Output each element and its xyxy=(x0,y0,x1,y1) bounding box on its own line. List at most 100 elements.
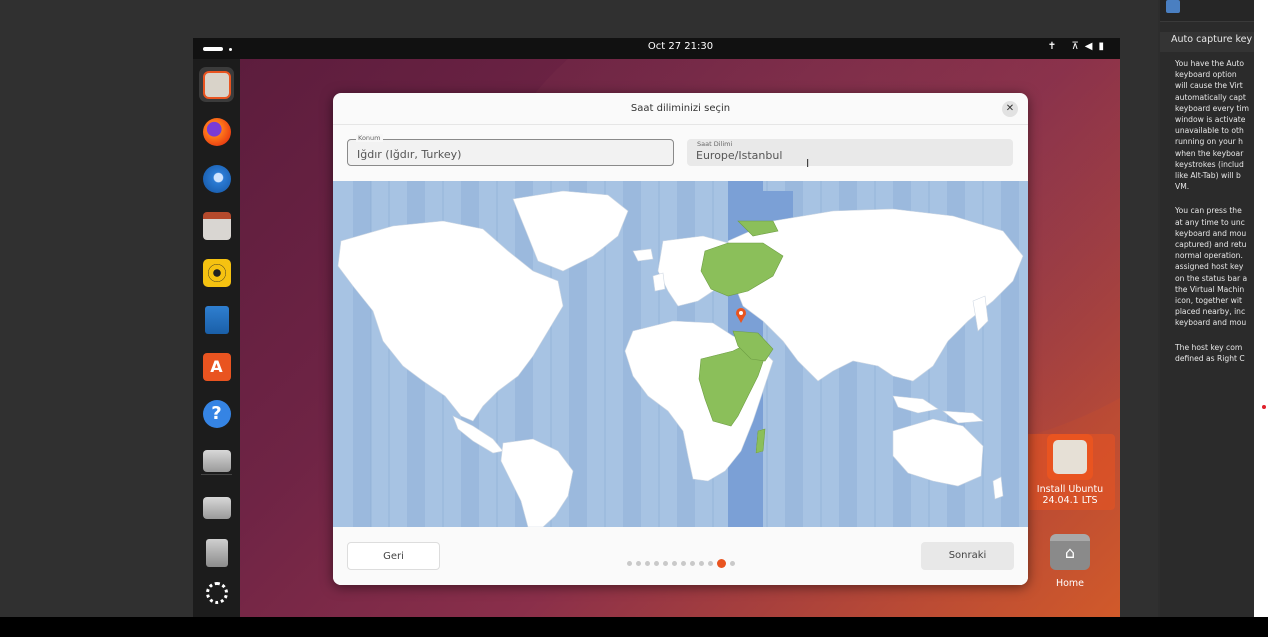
help-header xyxy=(1160,0,1254,22)
indicator-dot xyxy=(1262,405,1266,409)
page-dot-current xyxy=(716,559,726,568)
page-dot xyxy=(662,561,668,566)
help-line: on the status bar a xyxy=(1175,273,1248,283)
app-center-icon: A xyxy=(202,352,231,381)
dock-writer[interactable] xyxy=(199,302,234,337)
drive-icon xyxy=(202,449,231,472)
timezone-dialog: Saat diliminizi seçin ✕ Konum Iğdır (Iğd… xyxy=(333,93,1028,585)
next-button[interactable]: Sonraki xyxy=(921,542,1014,570)
close-icon: ✕ xyxy=(1005,103,1015,114)
help-icon: ? xyxy=(202,399,231,428)
show-apps-icon xyxy=(205,581,228,604)
help-line: captured) and retu xyxy=(1175,240,1247,250)
help-title: Auto capture key xyxy=(1160,32,1254,52)
dock-rhythmbox[interactable] xyxy=(199,255,234,290)
timezone-value: Europe/Istanbul xyxy=(696,149,783,162)
rhythmbox-icon xyxy=(202,258,231,287)
timezone-field[interactable]: Saat Dilimi Europe/Istanbul xyxy=(687,139,1013,166)
dock: A ? xyxy=(193,59,240,617)
page-dot xyxy=(635,561,641,566)
trash-icon xyxy=(205,538,228,567)
dock-trash[interactable] xyxy=(199,535,234,570)
help-line: icon, together wit xyxy=(1175,296,1242,306)
dock-app-center[interactable]: A xyxy=(199,349,234,384)
dock-firefox[interactable] xyxy=(199,114,234,149)
thunderbird-icon xyxy=(202,164,231,193)
world-map[interactable] xyxy=(333,181,1028,527)
help-line: keyboard every tim xyxy=(1175,103,1249,113)
help-line: keyboard and mou xyxy=(1175,228,1247,238)
desktop-home[interactable]: ⌂ Home xyxy=(1025,534,1115,589)
dock-drive-2[interactable] xyxy=(199,490,234,525)
help-line: You have the Auto xyxy=(1175,59,1245,68)
page-dot xyxy=(689,561,695,566)
help-paragraph-2: You can press the at any time to unc keybo… xyxy=(1175,205,1254,328)
help-paragraph-3: The host key com defined as Right C xyxy=(1175,342,1254,364)
help-line: normal operation. xyxy=(1175,251,1243,261)
help-line: The host key com xyxy=(1175,342,1243,352)
page-dot xyxy=(644,561,650,566)
help-line: defined as Right C xyxy=(1175,353,1245,363)
text-cursor-icon: I xyxy=(806,157,810,170)
home-label: Home xyxy=(1055,578,1085,589)
help-line: placed nearby, inc xyxy=(1175,307,1246,317)
dock-show-apps[interactable] xyxy=(199,575,234,610)
info-icon xyxy=(1166,0,1180,13)
dialog-footer: Geri Sonraki xyxy=(333,527,1028,585)
location-label: Konum xyxy=(356,134,383,142)
help-line: the Virtual Machin xyxy=(1175,284,1245,294)
ubuntu-installer-icon xyxy=(202,70,231,99)
location-value: Iğdır (Iğdır, Turkey) xyxy=(357,148,462,161)
install-label-line2: 24.04.1 LTS xyxy=(1042,495,1098,506)
help-line: VM. xyxy=(1175,182,1190,192)
help-line: assigned host key xyxy=(1175,262,1244,272)
host-edge-strip xyxy=(1254,0,1268,617)
help-line: like Alt-Tab) will b xyxy=(1175,171,1241,181)
help-line: keystrokes (includ xyxy=(1175,159,1244,169)
page-dot xyxy=(653,561,659,566)
help-line: keyboard and mou xyxy=(1175,318,1247,328)
vm-screen[interactable]: Oct 27 21:30 ✝ ⊼◀▮ A ? Install Ubuntu 24… xyxy=(193,38,1120,617)
dock-installer[interactable] xyxy=(199,67,234,102)
help-paragraph-1: You have the Auto keyboard option will cau… xyxy=(1175,58,1254,192)
page-dot xyxy=(680,561,686,566)
dock-drive-1[interactable] xyxy=(199,443,234,478)
host-bottom-bar xyxy=(0,617,1268,637)
install-label-line1: Install Ubuntu xyxy=(1036,484,1104,495)
ubuntu-installer-icon xyxy=(1047,434,1093,480)
dock-files[interactable] xyxy=(199,208,234,243)
help-panel: Auto capture key You have the Auto keyboa… xyxy=(1160,0,1254,617)
dock-thunderbird[interactable] xyxy=(199,161,234,196)
close-button[interactable]: ✕ xyxy=(1002,101,1018,117)
help-line: will cause the Virt xyxy=(1175,81,1243,91)
help-line: You can press the xyxy=(1175,206,1242,216)
help-line: automatically capt xyxy=(1175,92,1246,102)
top-bar: Oct 27 21:30 ✝ ⊼◀▮ xyxy=(193,38,1120,59)
help-line: unavailable to oth xyxy=(1175,126,1244,136)
help-line: when the keyboar xyxy=(1175,148,1244,158)
writer-icon xyxy=(204,305,229,334)
dialog-title: Saat diliminizi seçin xyxy=(333,93,1028,125)
desktop-install-ubuntu[interactable]: Install Ubuntu 24.04.1 LTS xyxy=(1025,434,1115,510)
timezone-map[interactable] xyxy=(333,181,1028,527)
page-dot xyxy=(707,561,713,566)
help-body: You have the Auto keyboard option will cau… xyxy=(1175,58,1254,377)
network-icon[interactable]: ⊼ xyxy=(1071,41,1084,52)
accessibility-icon[interactable]: ✝ xyxy=(1048,41,1062,52)
location-field[interactable]: Konum Iğdır (Iğdır, Turkey) xyxy=(347,134,674,166)
volume-icon[interactable]: ◀ xyxy=(1085,41,1099,52)
help-line: keyboard option xyxy=(1175,70,1237,80)
files-icon xyxy=(202,211,231,240)
help-line: window is activate xyxy=(1175,115,1246,125)
help-line: at any time to unc xyxy=(1175,217,1245,227)
firefox-icon xyxy=(202,117,231,146)
help-line: running on your h xyxy=(1175,137,1243,147)
system-tray[interactable]: ✝ ⊼◀▮ xyxy=(1048,41,1110,52)
dock-help[interactable]: ? xyxy=(199,396,234,431)
page-dot xyxy=(729,561,735,566)
battery-icon[interactable]: ▮ xyxy=(1098,41,1110,52)
page-dot xyxy=(626,561,632,566)
clock[interactable]: Oct 27 21:30 xyxy=(193,41,1120,52)
page-dot xyxy=(671,561,677,566)
timezone-label: Saat Dilimi xyxy=(697,140,733,148)
